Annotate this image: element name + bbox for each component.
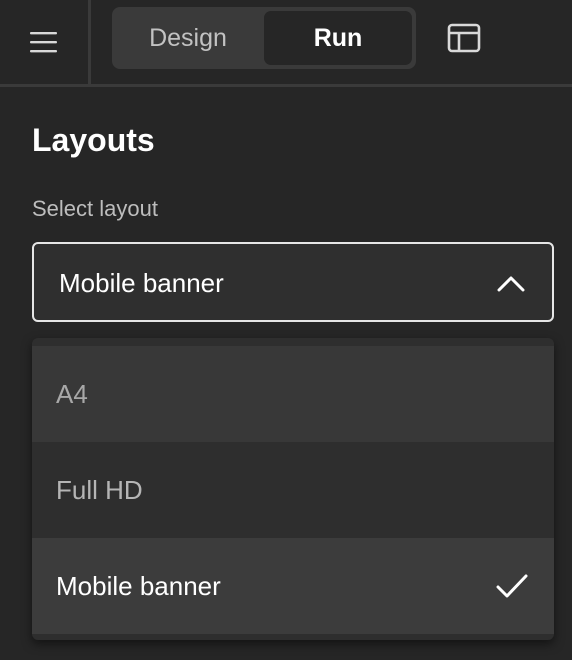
layout-panel-icon	[447, 23, 481, 53]
layout-select-value: Mobile banner	[59, 268, 224, 298]
layout-panel-button[interactable]	[436, 10, 492, 66]
mode-switch: Design Run	[112, 7, 416, 69]
layout-option-full-hd[interactable]: Full HD	[32, 442, 554, 538]
layout-dropdown-menu: A4 Full HD Mobile banner	[32, 338, 554, 640]
option-label: Mobile banner	[56, 571, 221, 601]
vertical-divider	[88, 0, 91, 86]
toolbar-divider	[0, 84, 572, 87]
layout-option-a4[interactable]: A4	[32, 346, 554, 442]
hamburger-menu-icon	[30, 32, 57, 53]
menu-button[interactable]	[0, 0, 88, 84]
option-label: A4	[56, 379, 88, 409]
layout-option-mobile-banner[interactable]: Mobile banner	[32, 538, 554, 634]
select-layout-label: Select layout	[32, 196, 158, 221]
panel-title: Layouts	[32, 122, 155, 158]
tab-design[interactable]: Design	[112, 7, 264, 69]
layout-select[interactable]: Mobile banner	[32, 242, 554, 322]
top-toolbar: Design Run	[0, 0, 572, 86]
checkmark-icon	[496, 574, 528, 598]
tab-run[interactable]: Run	[264, 11, 412, 65]
option-label: Full HD	[56, 475, 143, 505]
chevron-up-icon	[497, 276, 525, 292]
